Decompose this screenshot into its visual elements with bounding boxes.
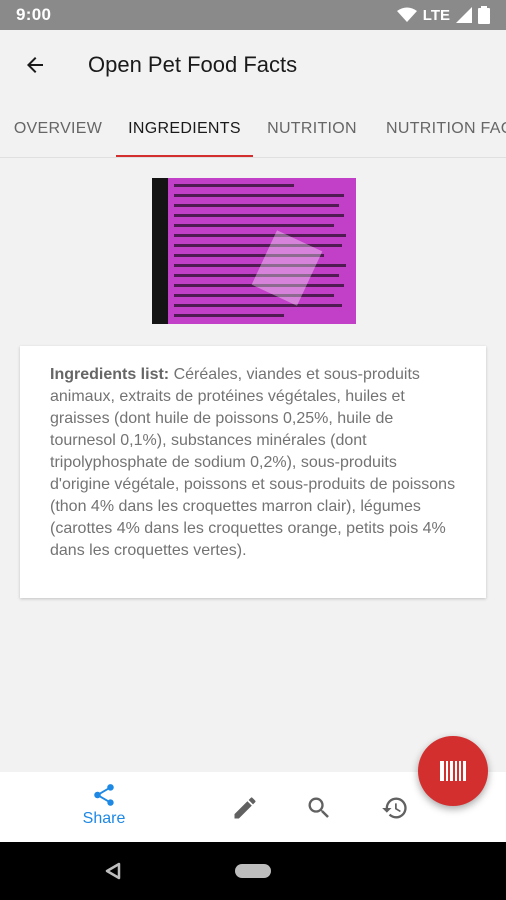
ingredients-label: Ingredients list: (50, 366, 170, 383)
status-icons: LTE (396, 6, 490, 24)
tab-overview[interactable]: OVERVIEW (0, 100, 116, 157)
ingredients-photo[interactable] (152, 178, 356, 324)
signal-icon (456, 7, 472, 23)
edit-button[interactable] (231, 794, 259, 822)
search-icon (308, 797, 329, 818)
battery-icon (478, 6, 490, 24)
share-label: Share (82, 810, 126, 827)
ingredients-text: Céréales, viandes et sous-produits anima… (50, 366, 456, 559)
share-button[interactable]: Share (74, 782, 134, 836)
tab-nutrition-facts[interactable]: NUTRITION FAC (371, 100, 506, 157)
arrow-left-icon (27, 57, 43, 73)
search-button[interactable] (305, 794, 333, 822)
system-nav-bar (0, 842, 506, 900)
back-button[interactable] (0, 30, 70, 100)
scan-barcode-button[interactable] (418, 736, 488, 806)
pencil-icon (234, 797, 256, 819)
ingredients-card: Ingredients list: Céréales, viandes et s… (20, 346, 486, 598)
share-icon (94, 784, 114, 806)
wifi-icon (396, 7, 417, 22)
tab-nutrition[interactable]: NUTRITION (253, 100, 371, 157)
status-time: 9:00 (16, 5, 52, 24)
tab-ingredients[interactable]: INGREDIENTS (116, 100, 253, 157)
system-home-button[interactable] (235, 864, 271, 878)
system-back-icon[interactable] (105, 862, 121, 880)
history-button[interactable] (381, 794, 409, 822)
status-bar: 9:00 LTE (0, 0, 506, 30)
barcode-icon (440, 761, 466, 781)
app-bar: Open Pet Food Facts (0, 30, 506, 100)
page-title: Open Pet Food Facts (88, 52, 298, 77)
network-type: LTE (422, 6, 450, 24)
ingredients-list: Ingredients list: Céréales, viandes et s… (50, 364, 456, 562)
ingredients-content: Ingredients list: Céréales, viandes et s… (0, 158, 506, 772)
tab-bar: OVERVIEW INGREDIENTS NUTRITION NUTRITION… (0, 100, 506, 158)
history-icon (382, 797, 407, 819)
